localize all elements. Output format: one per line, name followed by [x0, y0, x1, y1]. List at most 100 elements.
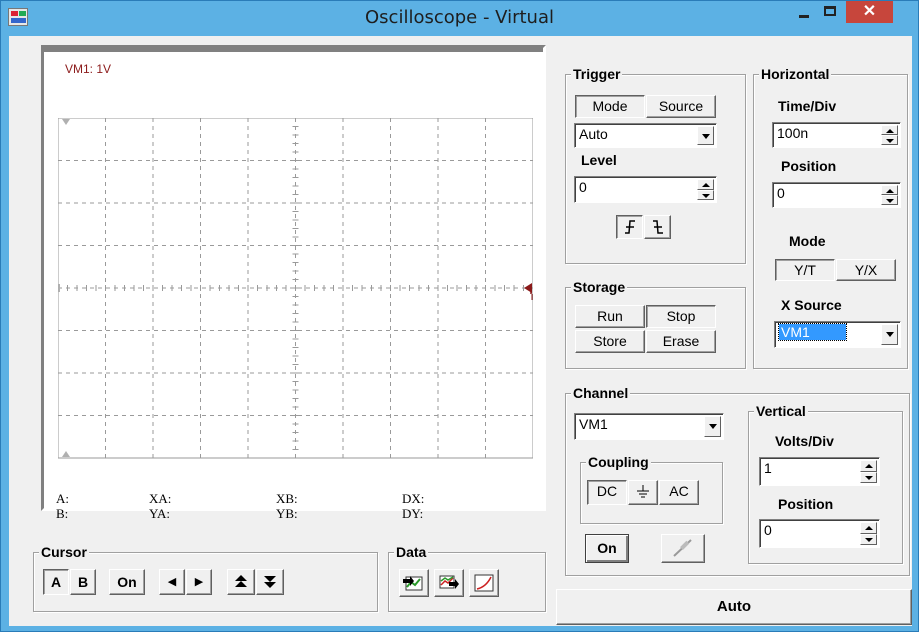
ground-icon: [637, 485, 649, 498]
trigger-level-value: 0: [579, 179, 587, 195]
probe-icon: [673, 539, 692, 557]
trigger-rising-edge-button[interactable]: [616, 215, 643, 239]
vertical-group: Vertical Volts/Div 1 Position 0: [748, 403, 903, 564]
cursor-on-button[interactable]: On: [109, 569, 145, 595]
channel-on-button[interactable]: On: [585, 534, 629, 563]
close-button[interactable]: ✕: [846, 1, 893, 23]
time-div-input[interactable]: 100n: [772, 122, 901, 148]
volts-div-input[interactable]: 1: [759, 457, 880, 486]
vertical-legend: Vertical: [754, 403, 808, 419]
yx-mode-button[interactable]: Y/X: [836, 259, 896, 281]
oscilloscope-panel: VM1: 1V A: B: XA: YA: XB: YB: DX: DY: Cu…: [9, 36, 912, 626]
trigger-falling-edge-button[interactable]: [644, 215, 671, 239]
yt-mode-button[interactable]: Y/T: [775, 259, 835, 281]
spin-up-icon[interactable]: [860, 522, 877, 534]
title-bar[interactable]: Oscilloscope - Virtual ✕: [1, 1, 918, 35]
coupling-group: Coupling DC AC: [580, 454, 723, 524]
coupling-gnd-button[interactable]: [628, 480, 658, 505]
chevron-down-icon[interactable]: [697, 126, 714, 145]
time-div-value: 100n: [777, 125, 809, 141]
close-icon: ✕: [862, 3, 877, 20]
cursor-legend: Cursor: [39, 544, 89, 560]
horizontal-position-value: 0: [777, 185, 785, 201]
spin-down-icon[interactable]: [697, 189, 714, 200]
horizontal-group: Horizontal Time/Div 100n Position 0 Mode…: [753, 66, 908, 369]
x-source-dropdown[interactable]: VM1: [774, 321, 901, 348]
data-group: Data: [388, 544, 546, 612]
trigger-legend: Trigger: [571, 66, 623, 82]
spin-down-icon[interactable]: [860, 533, 877, 545]
cursor-a-button[interactable]: A: [43, 569, 69, 595]
storage-legend: Storage: [571, 279, 628, 295]
minimize-button[interactable]: [791, 1, 817, 23]
vertical-position-value: 0: [764, 522, 772, 538]
trigger-mode-dropdown[interactable]: Auto: [574, 123, 717, 148]
chevron-down-icon[interactable]: [704, 416, 721, 437]
coupling-ac-button[interactable]: AC: [659, 480, 699, 505]
readout-dx: DX:: [402, 491, 425, 506]
storage-erase-button[interactable]: Erase: [646, 330, 716, 353]
vertical-position-input[interactable]: 0: [759, 519, 880, 548]
spin-down-icon[interactable]: [881, 195, 898, 205]
rising-edge-icon: [624, 220, 635, 234]
time-div-label: Time/Div: [778, 98, 837, 114]
maximize-button[interactable]: [817, 1, 843, 23]
auto-button[interactable]: Auto: [556, 589, 912, 625]
cursor-up-button[interactable]: [227, 569, 255, 595]
cursor-left-button[interactable]: ◀: [159, 569, 185, 595]
cursor-right-button[interactable]: ▶: [186, 569, 212, 595]
readout-xa: XA:: [149, 491, 172, 506]
storage-run-button[interactable]: Run: [575, 305, 645, 328]
chevron-down-icon[interactable]: [881, 324, 898, 345]
storage-stop-button[interactable]: Stop: [646, 305, 716, 328]
time-div-spinner[interactable]: [881, 125, 898, 145]
trigger-mode-button[interactable]: Mode: [575, 95, 645, 118]
graph-data-button[interactable]: [469, 569, 499, 597]
trigger-mode-value: Auto: [579, 126, 608, 142]
spin-up-icon[interactable]: [881, 125, 898, 135]
trigger-level-spinner[interactable]: [697, 179, 714, 200]
horizontal-position-label: Position: [781, 158, 837, 174]
spin-up-icon[interactable]: [881, 185, 898, 195]
falling-edge-icon: [652, 220, 663, 234]
channel-value: VM1: [579, 416, 608, 432]
trigger-source-button[interactable]: Source: [646, 95, 716, 118]
cursor-down-button[interactable]: [256, 569, 284, 595]
import-chart-icon: [439, 575, 459, 589]
export-data-button[interactable]: [399, 569, 429, 597]
arrow-left-icon: ◀: [167, 576, 177, 588]
storage-group: Storage Run Stop Store Erase: [565, 279, 746, 369]
horizontal-position-input[interactable]: 0: [772, 182, 901, 208]
x-source-label: X Source: [781, 297, 842, 313]
volts-div-spinner[interactable]: [860, 460, 877, 483]
readout-dy: DY:: [402, 506, 424, 521]
maximize-icon: [824, 6, 836, 16]
scope-grid: [58, 118, 533, 459]
spin-down-icon[interactable]: [881, 135, 898, 145]
vertical-position-spinner[interactable]: [860, 522, 877, 545]
window-title: Oscilloscope - Virtual: [365, 7, 554, 28]
coupling-dc-button[interactable]: DC: [587, 480, 627, 505]
coupling-legend: Coupling: [586, 454, 651, 470]
cursor-group: Cursor A B On ◀ ▶: [33, 544, 378, 612]
storage-store-button[interactable]: Store: [575, 330, 645, 353]
spin-up-icon[interactable]: [697, 179, 714, 190]
channel-dropdown[interactable]: VM1: [574, 413, 724, 440]
cursor-b-button[interactable]: B: [70, 569, 96, 595]
readout-b: B:: [56, 506, 69, 521]
probe-button[interactable]: [661, 534, 705, 563]
horizontal-legend: Horizontal: [759, 66, 832, 82]
spin-down-icon[interactable]: [860, 471, 877, 483]
minimize-icon: [799, 15, 809, 18]
horizontal-position-spinner[interactable]: [881, 185, 898, 205]
readout-a: A:: [56, 491, 69, 506]
channel-group: Channel VM1 Coupling DC AC On Vertical V…: [565, 385, 910, 576]
import-data-button[interactable]: [434, 569, 464, 597]
arrow-down-double-icon: [264, 576, 276, 588]
oscilloscope-window: Oscilloscope - Virtual ✕ VM1: 1V A: B: X…: [0, 0, 919, 632]
volts-div-label: Volts/Div: [775, 433, 834, 449]
trigger-level-label: Level: [581, 152, 617, 168]
trigger-level-input[interactable]: 0: [574, 176, 717, 203]
arrow-right-icon: ▶: [194, 576, 204, 588]
spin-up-icon[interactable]: [860, 460, 877, 472]
